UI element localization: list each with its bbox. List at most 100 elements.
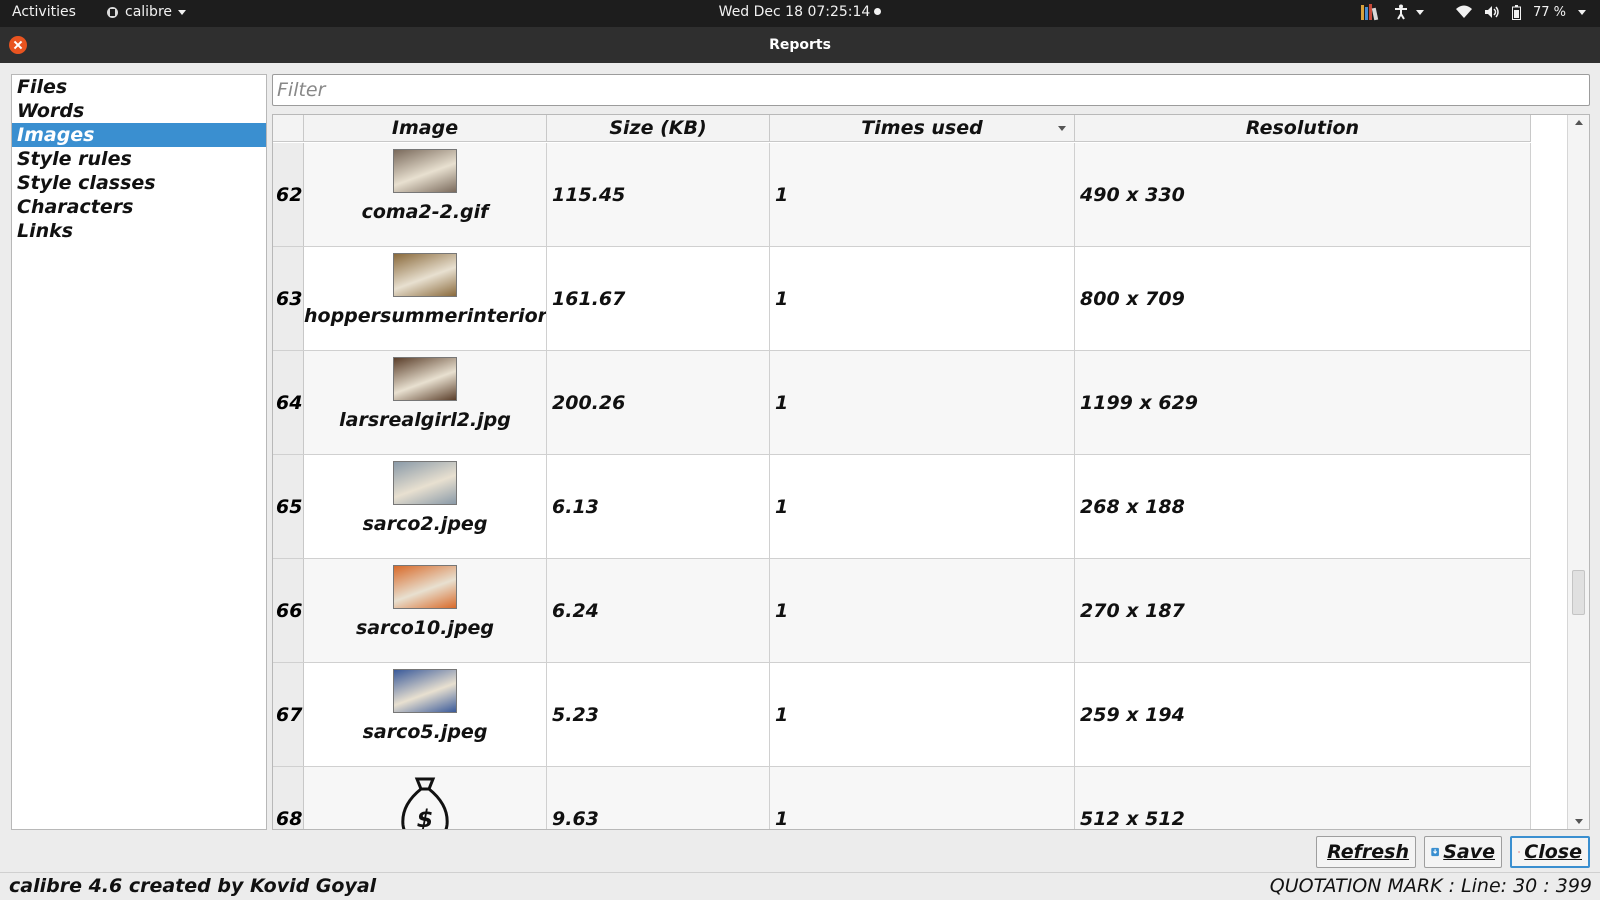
status-menu[interactable]: 77 % — [1455, 4, 1586, 20]
table-header: Image Size (KB) Times used Resolution — [273, 115, 1531, 142]
image-thumbnail — [393, 669, 457, 713]
row-number: 64 — [273, 351, 304, 454]
image-filename: sarco5.jpeg — [362, 721, 488, 743]
size-cell: 5.23 — [547, 663, 770, 766]
table-row[interactable]: 62 coma2-2.gif 115.45 1 490 x 330 — [273, 143, 1531, 247]
resolution-cell: 1199 x 629 — [1075, 351, 1531, 454]
table-corner — [273, 115, 304, 142]
battery-icon — [1511, 4, 1521, 20]
sidebar-item-files[interactable]: Files — [12, 75, 266, 99]
times-used-cell: 1 — [770, 143, 1075, 246]
close-button[interactable]: Close — [1510, 836, 1590, 868]
report-type-list[interactable]: Files Words Images Style rules Style classes… — [11, 74, 267, 830]
resolution-cell: 490 x 330 — [1075, 143, 1531, 246]
sort-indicator-icon — [1058, 126, 1066, 131]
image-filename: sarco10.jpeg — [355, 617, 495, 639]
volume-icon — [1484, 6, 1499, 18]
column-header-times-used[interactable]: Times used — [770, 115, 1075, 142]
close-icon — [1518, 851, 1521, 853]
size-cell: 9.63 — [547, 767, 770, 829]
size-cell: 115.45 — [547, 143, 770, 246]
sidebar-item-style-classes[interactable]: Style classes — [12, 171, 266, 195]
resolution-cell: 270 x 187 — [1075, 559, 1531, 662]
row-number: 63 — [273, 247, 304, 350]
times-used-cell: 1 — [770, 351, 1075, 454]
sidebar-item-characters[interactable]: Characters — [12, 195, 266, 219]
resolution-cell: 259 x 194 — [1075, 663, 1531, 766]
row-number: 62 — [273, 143, 304, 246]
table-row[interactable]: 64 larsrealgirl2.jpg 200.26 1 1199 x 629 — [273, 351, 1531, 455]
svg-text:$: $ — [417, 805, 434, 830]
resolution-cell: 800 x 709 — [1075, 247, 1531, 350]
accessibility-menu[interactable] — [1394, 4, 1424, 20]
times-used-cell: 1 — [770, 663, 1075, 766]
vertical-scrollbar[interactable] — [1567, 115, 1589, 829]
size-cell: 6.24 — [547, 559, 770, 662]
image-thumbnail — [393, 565, 457, 609]
image-cell: hoppersummerinteriorpainting.jpg — [304, 247, 547, 350]
image-cell: coma2-2.gif — [304, 143, 547, 246]
battery-percent: 77 % — [1532, 4, 1566, 20]
row-number: 67 — [273, 663, 304, 766]
image-cell: sarco2.jpeg — [304, 455, 547, 558]
clock-text: Wed Dec 18 07:25:14 — [718, 4, 871, 20]
table-row[interactable]: 63hoppersummerinteriorpainting.jpg161.67… — [273, 247, 1531, 351]
refresh-button[interactable]: Refresh — [1316, 836, 1416, 868]
times-used-cell: 1 — [770, 767, 1075, 829]
table-row[interactable]: 65 sarco2.jpeg 6.13 1 268 x 188 — [273, 455, 1531, 559]
window-title-bar: Reports — [0, 27, 1600, 63]
column-header-size[interactable]: Size (KB) — [547, 115, 770, 142]
sidebar-item-style-rules[interactable]: Style rules — [12, 147, 266, 171]
times-used-cell: 1 — [770, 455, 1075, 558]
image-thumbnail — [393, 461, 457, 505]
size-cell: 200.26 — [547, 351, 770, 454]
accessibility-icon — [1394, 4, 1407, 20]
notification-dot-icon — [874, 8, 882, 15]
row-number: 66 — [273, 559, 304, 662]
column-header-image[interactable]: Image — [304, 115, 547, 142]
image-cell: sarco5.jpeg — [304, 663, 547, 766]
scroll-down-arrow-icon[interactable] — [1575, 819, 1583, 824]
column-header-resolution[interactable]: Resolution — [1075, 115, 1531, 142]
table-row[interactable]: 67 sarco5.jpeg 5.23 1 259 x 194 — [273, 663, 1531, 767]
table-row[interactable]: 68 $9.63 1 512 x 512 — [273, 767, 1531, 830]
sidebar-item-images[interactable]: Images — [12, 123, 266, 147]
resolution-cell: 268 x 188 — [1075, 455, 1531, 558]
sidebar-item-links[interactable]: Links — [12, 219, 266, 243]
row-number: 68 — [273, 767, 304, 829]
status-bar: calibre 4.6 created by Kovid Goyal QUOTA… — [0, 872, 1600, 900]
image-thumbnail — [393, 253, 457, 297]
system-top-bar: Activities calibre Wed Dec 18 07:25:14 7… — [0, 0, 1600, 27]
wifi-icon — [1455, 5, 1472, 18]
money-bag-icon: $ — [401, 777, 449, 830]
image-cell: sarco10.jpeg — [304, 559, 547, 662]
table-body: 62 coma2-2.gif 115.45 1 490 x 330 63 hoppersum… — [273, 143, 1531, 830]
sidebar-item-words[interactable]: Words — [12, 99, 266, 123]
table-row[interactable]: 66 sarco10.jpeg 6.24 1 270 x 187 — [273, 559, 1531, 663]
image-thumbnail — [393, 149, 457, 193]
times-used-cell: 1 — [770, 247, 1075, 350]
resolution-cell: 512 x 512 — [1075, 767, 1531, 829]
scrollbar-thumb[interactable] — [1572, 570, 1585, 615]
books-indicator-icon[interactable] — [1360, 3, 1380, 21]
image-filename: larsrealgirl2.jpg — [339, 409, 511, 431]
chevron-down-icon — [1415, 9, 1424, 15]
row-number: 65 — [273, 455, 304, 558]
status-right: QUOTATION MARK : Line: 30 : 399 — [1269, 875, 1592, 897]
chevron-down-icon — [1578, 9, 1586, 15]
image-filename: sarco2.jpeg — [362, 513, 488, 535]
times-used-cell: 1 — [770, 559, 1075, 662]
save-button[interactable]: Save — [1424, 836, 1502, 868]
size-cell: 161.67 — [547, 247, 770, 350]
size-cell: 6.13 — [547, 455, 770, 558]
filter-input[interactable] — [272, 74, 1590, 106]
window-title: Reports — [769, 37, 831, 53]
save-icon — [1431, 847, 1439, 857]
images-table[interactable]: Image Size (KB) Times used Resolution 62… — [272, 114, 1590, 830]
image-thumbnail — [393, 357, 457, 401]
status-left: calibre 4.6 created by Kovid Goyal — [9, 875, 377, 897]
scroll-up-arrow-icon[interactable] — [1575, 120, 1583, 125]
image-cell: larsrealgirl2.jpg — [304, 351, 547, 454]
image-filename: hoppersummerinteriorpainting.jpg — [304, 305, 546, 327]
system-tray[interactable]: 77 % — [1360, 3, 1586, 21]
